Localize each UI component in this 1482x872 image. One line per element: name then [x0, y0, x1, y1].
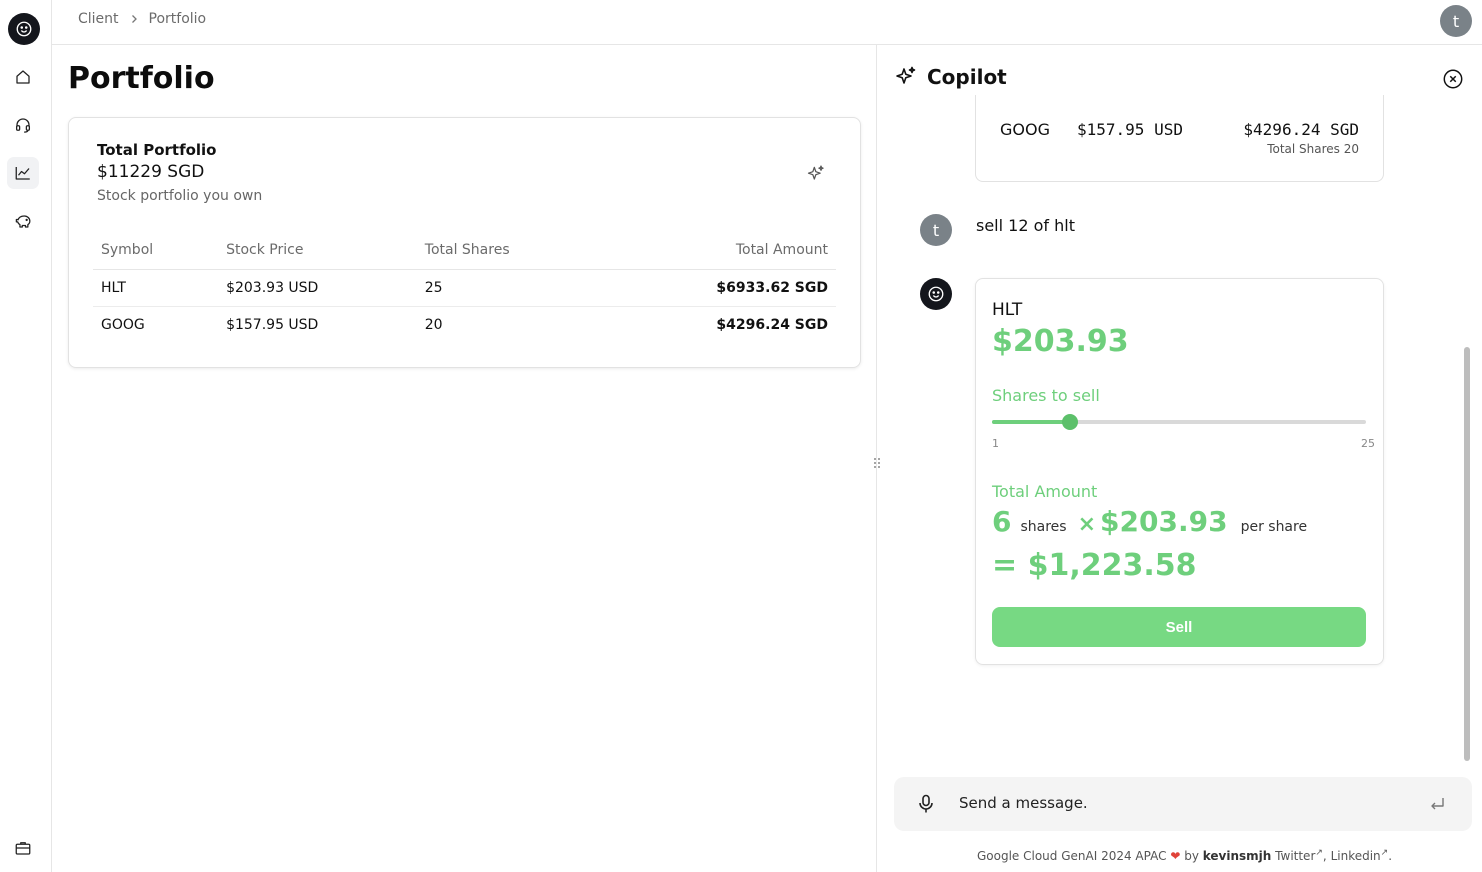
- table-row[interactable]: GOOG $157.95 USD 20 $4296.24 SGD: [93, 307, 836, 344]
- sell-stock-price: $203.93: [992, 324, 1129, 359]
- heart-icon: ❤: [1170, 849, 1181, 863]
- shares-word: shares: [1020, 519, 1067, 535]
- enter-icon[interactable]: [1428, 795, 1446, 817]
- column-header-amount: Total Amount: [601, 234, 836, 270]
- message-input[interactable]: Send a message.: [959, 794, 1088, 812]
- cell-shares: 25: [416, 269, 602, 307]
- sidebar-item-portfolio[interactable]: [7, 157, 39, 189]
- microphone-icon[interactable]: [918, 794, 934, 818]
- column-header-price: Stock Price: [218, 234, 417, 270]
- table-row[interactable]: HLT $203.93 USD 25 $6933.62 SGD: [93, 269, 836, 307]
- cell-price: $157.95 USD: [226, 317, 319, 333]
- twitter-link[interactable]: Twitter: [1275, 849, 1315, 863]
- cell-symbol: HLT: [93, 269, 219, 307]
- slider-max-label: 25: [1361, 437, 1375, 450]
- sparkle-icon[interactable]: [806, 164, 826, 188]
- footer-author: kevinsmjh: [1202, 849, 1272, 863]
- copilot-header: Copilot: [894, 65, 1007, 89]
- total-amount: = $1,223.58: [992, 548, 1197, 583]
- stock-price: $157.95 USD: [1077, 120, 1183, 139]
- cell-shares: 20: [424, 317, 443, 333]
- shares-slider[interactable]: [992, 414, 1366, 430]
- close-button[interactable]: [1442, 68, 1464, 94]
- sell-button[interactable]: Sell: [992, 607, 1366, 647]
- footer: Google Cloud GenAI 2024 APAC ❤ by kevins…: [977, 848, 1393, 863]
- multiply-icon: ×: [1077, 512, 1097, 537]
- sidebar-item-savings[interactable]: [7, 205, 39, 237]
- cell-amount: $6933.62 SGD: [601, 269, 836, 307]
- portfolio-table: Symbol Stock Price Total Shares Total Am…: [93, 234, 836, 343]
- cell-price: $203.93 USD: [218, 269, 417, 307]
- home-icon: [16, 70, 30, 84]
- column-header-shares: Total Shares: [416, 234, 602, 270]
- cell-amount: $4296.24 SGD: [716, 317, 828, 333]
- close-icon: [1443, 69, 1463, 89]
- app-logo[interactable]: [8, 13, 40, 45]
- total-amount-label: Total Amount: [992, 482, 1098, 501]
- chart-icon: [15, 167, 30, 180]
- bot-avatar: [920, 278, 952, 310]
- footer-prefix: Google Cloud GenAI 2024 APAC: [977, 849, 1167, 863]
- breadcrumb: Client Portfolio: [78, 11, 206, 27]
- smiley-icon: [928, 286, 944, 302]
- footer-suffix: .: [1388, 849, 1393, 863]
- copilot-panel: Copilot GOOG $157.95 USD $4296.24 SGD To…: [878, 45, 1482, 872]
- slider-min-label: 1: [992, 437, 999, 450]
- sparkle-icon: [896, 66, 916, 84]
- slider-handle[interactable]: [1061, 414, 1078, 430]
- top-header: Client Portfolio t: [52, 0, 1482, 45]
- user-message-avatar: t: [920, 214, 952, 246]
- scrollbar[interactable]: [1464, 347, 1470, 761]
- previous-stock-card: GOOG $157.95 USD $4296.24 SGD Total Shar…: [975, 95, 1384, 182]
- main-content: Portfolio Total Portfolio $11229 SGD Sto…: [52, 45, 877, 872]
- per-share-word: per share: [1240, 519, 1308, 535]
- cell-symbol: GOOG: [101, 317, 145, 333]
- stock-symbol: GOOG: [1000, 120, 1050, 139]
- column-header-symbol: Symbol: [93, 234, 219, 270]
- linkedin-link[interactable]: Linkedin: [1331, 849, 1381, 863]
- smiley-icon: [16, 21, 32, 37]
- sidebar-item-home[interactable]: [7, 61, 39, 93]
- portfolio-total: $11229 SGD: [97, 162, 205, 182]
- user-avatar[interactable]: t: [1440, 5, 1472, 37]
- portfolio-card-title: Total Portfolio: [97, 141, 217, 159]
- shares-to-sell-label: Shares to sell: [992, 386, 1100, 405]
- per-share-price: $203.93: [1100, 505, 1228, 538]
- copilot-title: Copilot: [927, 65, 1007, 89]
- briefcase-icon: [15, 842, 31, 855]
- sidebar-item-support[interactable]: [7, 109, 39, 141]
- page-title: Portfolio: [68, 61, 215, 96]
- piggy-bank-icon: [15, 214, 30, 228]
- slider-fill: [992, 420, 1070, 424]
- external-link-icon: ↗: [1315, 848, 1323, 858]
- chevron-right-icon: [129, 14, 139, 24]
- sidebar-item-briefcase[interactable]: [7, 832, 39, 864]
- calculation-row: 6 shares × $203.93 per share: [992, 505, 1316, 538]
- breadcrumb-client[interactable]: Client: [78, 11, 119, 27]
- message-composer[interactable]: Send a message.: [894, 777, 1472, 831]
- share-count: 6: [992, 505, 1012, 538]
- headset-icon: [15, 118, 31, 133]
- sidebar: [0, 0, 52, 872]
- portfolio-card: Total Portfolio $11229 SGD Stock portfol…: [68, 117, 861, 368]
- stock-total-shares: Total Shares 20: [1267, 142, 1359, 156]
- table-header-row: Symbol Stock Price Total Shares Total Am…: [93, 234, 836, 270]
- user-message: sell 12 of hlt: [976, 216, 1075, 235]
- breadcrumb-portfolio[interactable]: Portfolio: [149, 11, 207, 27]
- stock-amount: $4296.24 SGD: [1243, 120, 1359, 139]
- sell-stock-symbol: HLT: [992, 300, 1023, 320]
- portfolio-subtitle: Stock portfolio you own: [97, 188, 263, 204]
- sell-stock-card: HLT $203.93 Shares to sell 1 25 Total Am…: [975, 278, 1384, 665]
- footer-by: by: [1184, 849, 1199, 863]
